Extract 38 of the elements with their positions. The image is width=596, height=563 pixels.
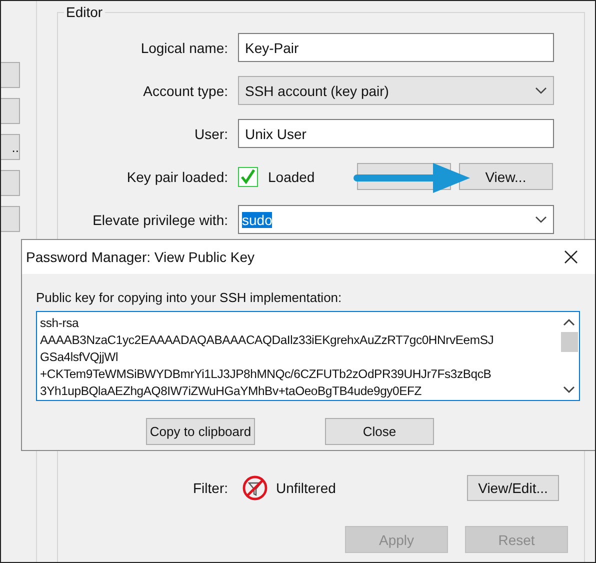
dialog-button[interactable]: Close [325,418,434,445]
field-label: Elevate privilege with: [92,212,229,228]
side-button[interactable] [1,62,20,88]
key-text-line: AAAAB3NzaC1yc2EAAAADAQABAAACAQDaIlz33iEKgrehxAuZzRT7gc0HNrvEemSJ [40,332,495,349]
key-text-line: GSa4lsfVQjjWl [40,349,119,366]
prompt-text: Public key for copying into your SSH implementation: [36,290,343,305]
scroll-down-icon[interactable] [563,386,575,394]
field-label: User: [194,126,229,142]
dialog-button[interactable]: Copy to clipboard [146,418,255,445]
input-field[interactable]: Unix User [238,119,554,148]
group-title: Editor [64,4,105,20]
key-text-line: ssh-rsa [40,315,80,332]
dropdown[interactable]: SSH account (key pair) [238,76,554,105]
field-label: Account type: [142,82,229,98]
scroll-thumb[interactable] [560,332,578,352]
key-text-line: 3Yh1upBQlaAEZhgAQ8IW7iZWuHGaYMhBv+taOeoBgTB4ude9gy0EFZ [40,383,423,400]
side-button[interactable] [1,170,20,196]
side-button[interactable] [1,98,20,124]
combo-box[interactable]: sudo [238,205,554,234]
key-text-line: +CKTem9TeWMSiBWYDBmrYi1LJ3JP8hMNQc/6CZFUTb2zOdPR39UHJr7Fs3zBqcB [40,366,492,383]
chevron-icon [535,86,547,94]
side-button[interactable] [1,206,20,232]
field-label: Key pair loaded: [126,168,229,184]
input-field[interactable]: Key-Pair [238,33,554,62]
key-text-area[interactable] [36,311,580,401]
field-label: Logical name: [140,40,229,56]
status-text: Loaded [268,168,315,184]
filter-status: Unfiltered [276,480,336,496]
side-button[interactable]: .. [1,134,20,160]
view-edit-button[interactable]: View/Edit... [467,475,559,501]
checkbox[interactable] [238,166,258,186]
filter-label: Filter: [192,480,229,496]
scroll-up-icon[interactable] [563,318,575,326]
no-filter-icon [242,475,268,501]
close-icon[interactable] [564,250,578,264]
view-button[interactable]: View... [458,163,553,190]
dialog-title: Password Manager: View Public Key [26,249,255,265]
chevron-icon [535,216,547,224]
